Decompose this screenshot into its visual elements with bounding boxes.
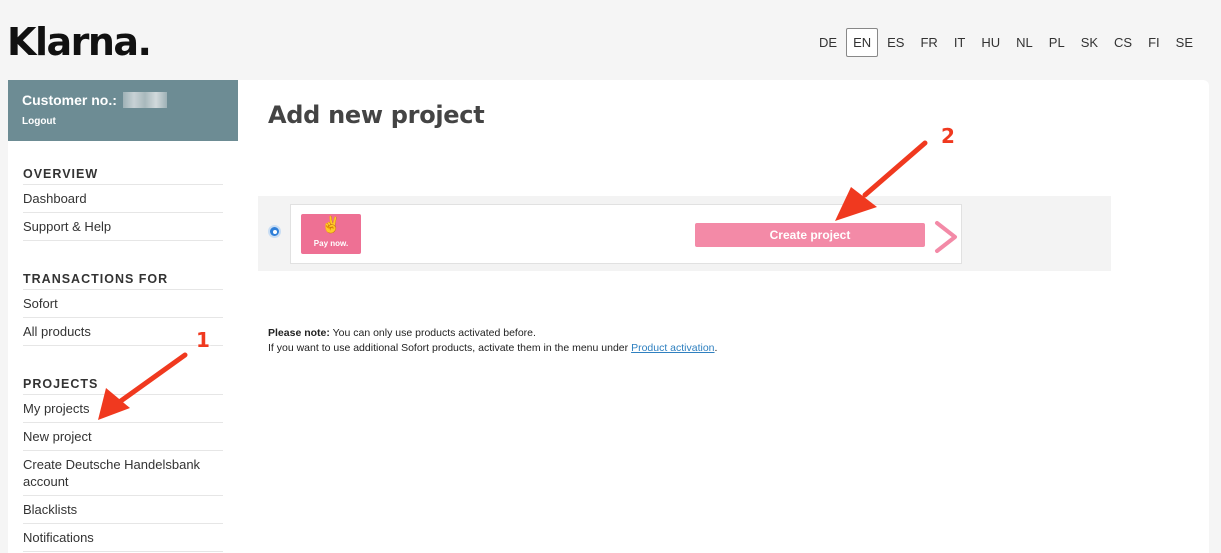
logout-link[interactable]: Logout: [22, 116, 56, 127]
sidebar-item-dashboard[interactable]: Dashboard: [23, 185, 223, 213]
customer-box: Customer no.: Logout: [8, 80, 238, 141]
chevron-right-icon[interactable]: [931, 219, 961, 255]
lang-es[interactable]: ES: [880, 28, 911, 57]
lang-pl[interactable]: PL: [1042, 28, 1072, 57]
lang-it[interactable]: IT: [947, 28, 973, 57]
lang-fi[interactable]: FI: [1141, 28, 1167, 57]
lang-de[interactable]: DE: [812, 28, 844, 57]
product-selection: ✌ Pay now. Create project: [258, 196, 1111, 271]
note-text: Please note: You can only use products a…: [268, 326, 717, 356]
customer-number-redacted: [122, 92, 167, 108]
customer-number: Customer no.:: [22, 92, 224, 108]
pay-now-label: Pay now.: [313, 239, 349, 248]
product-card: ✌ Pay now. Create project: [290, 204, 962, 264]
annotation-number-1: 1: [196, 328, 210, 352]
page-title: Add new project: [268, 101, 485, 129]
sidebar-item-create-handelsbank[interactable]: Create Deutsche Handelsbank account: [23, 451, 223, 496]
lang-fr[interactable]: FR: [913, 28, 944, 57]
lang-nl[interactable]: NL: [1009, 28, 1040, 57]
sidebar-item-notifications[interactable]: Notifications: [23, 524, 223, 552]
note-line2-prefix: If you want to use additional Sofort pro…: [268, 342, 629, 354]
sidebar-item-my-projects[interactable]: My projects: [23, 395, 223, 423]
note-line2-suffix: .: [714, 342, 718, 354]
sidebar-item-blacklists[interactable]: Blacklists: [23, 496, 223, 524]
customer-label: Customer no.:: [22, 92, 117, 108]
product-radio[interactable]: [268, 225, 281, 238]
lang-se[interactable]: SE: [1169, 28, 1200, 57]
nav-heading-projects: PROJECTS: [23, 373, 223, 395]
sidebar-item-all-products[interactable]: All products: [23, 318, 223, 346]
sidebar-item-sofort[interactable]: Sofort: [23, 290, 223, 318]
lang-cs[interactable]: CS: [1107, 28, 1139, 57]
product-activation-link[interactable]: Product activation: [631, 342, 714, 354]
lang-en[interactable]: EN: [846, 28, 879, 57]
note-line-2: If you want to use additional Sofort pro…: [268, 341, 717, 356]
victory-hand-icon: ✌: [321, 217, 341, 234]
sidebar-item-support-help[interactable]: Support & Help: [23, 213, 223, 241]
main-content: Add new project ✌ Pay now. Create projec…: [238, 80, 1209, 553]
lang-sk[interactable]: SK: [1074, 28, 1105, 57]
pay-now-badge: ✌ Pay now.: [301, 214, 361, 254]
sidebar-item-new-project[interactable]: New project: [23, 423, 223, 451]
note-bold: Please note:: [268, 327, 330, 339]
klarna-logo: Klarna.: [7, 20, 152, 64]
sidebar: Customer no.: Logout OVERVIEW Dashboard …: [8, 80, 238, 553]
annotation-number-2: 2: [941, 124, 955, 148]
language-switcher: DE EN ES FR IT HU NL PL SK CS FI SE: [811, 28, 1201, 57]
note-line-1: Please note: You can only use products a…: [268, 326, 717, 341]
nav-heading-transactions: TRANSACTIONS FOR: [23, 268, 223, 290]
lang-hu[interactable]: HU: [974, 28, 1007, 57]
note-line1-text: You can only use products activated befo…: [332, 327, 536, 339]
create-project-button[interactable]: Create project: [695, 223, 925, 247]
nav-heading-overview: OVERVIEW: [23, 163, 223, 185]
